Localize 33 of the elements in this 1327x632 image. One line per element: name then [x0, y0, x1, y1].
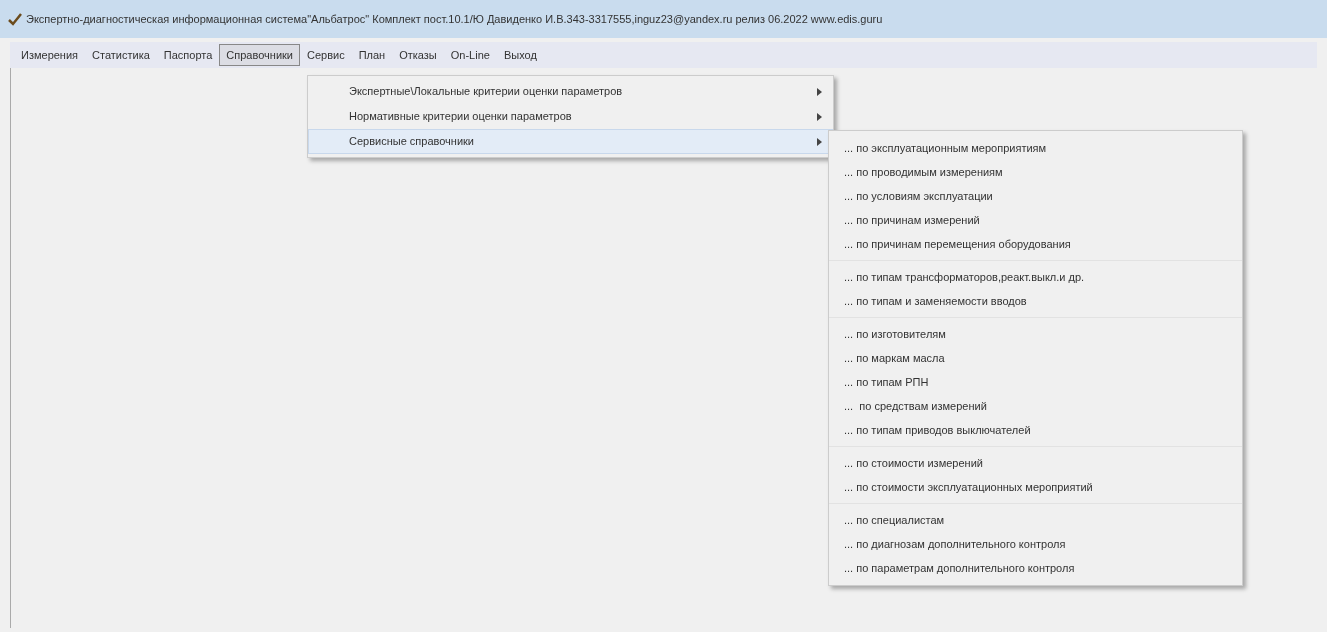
- window-title: Экспертно-диагностическая информационная система"Альбатрос" Комплект пост.10.1/Ю Давиденко И.В.343-3317555,inguz23@yandex.ru релиз 06.2022 www.edis.guru: [26, 11, 883, 27]
- menu-item[interactable]: План: [351, 44, 393, 66]
- checkmark-icon: [8, 12, 22, 26]
- menu-entry[interactable]: ... по диагнозам дополнительного контроля: [829, 532, 1242, 556]
- menu-entry[interactable]: ... по проводимым измерениям: [829, 160, 1242, 184]
- menu-entry[interactable]: Экспертные\Локальные критерии оценки параметров: [308, 79, 833, 104]
- menu-entry[interactable]: ... по типам приводов выключателей: [829, 418, 1242, 442]
- menu-entry[interactable]: ... по причинам измерений: [829, 208, 1242, 232]
- menu-entry[interactable]: ... по маркам масла: [829, 346, 1242, 370]
- menu-entry[interactable]: ... по средствам измерений: [829, 394, 1242, 418]
- menu-entry[interactable]: ... по специалистам: [829, 508, 1242, 532]
- menu-item[interactable]: Паспорта: [156, 44, 220, 66]
- submenu-arrow-icon: [817, 137, 822, 146]
- submenu-arrow-icon: [817, 112, 822, 121]
- menu-entry[interactable]: Нормативные критерии оценки параметров: [308, 104, 833, 129]
- menu-entry[interactable]: ... по стоимости эксплуатационных мероприятий: [829, 475, 1242, 499]
- menu-item[interactable]: Статистика: [85, 44, 157, 66]
- menu-item[interactable]: Выход: [496, 44, 544, 66]
- menu-entry[interactable]: Сервисные справочники: [308, 129, 833, 154]
- submenu-arrow-icon: [817, 87, 822, 96]
- menu-item[interactable]: Сервис: [300, 44, 352, 66]
- menu-entry[interactable]: ... по типам РПН: [829, 370, 1242, 394]
- menu-entry[interactable]: ... по параметрам дополнительного контроля: [829, 556, 1242, 580]
- menu-entry[interactable]: ... по условиям эксплуатации: [829, 184, 1242, 208]
- menu-entry[interactable]: ... по изготовителям: [829, 322, 1242, 346]
- menu-entry[interactable]: ... по стоимости измерений: [829, 451, 1242, 475]
- menu-entry[interactable]: ... по причинам перемещения оборудования: [829, 232, 1242, 256]
- menu-item[interactable]: On-Line: [443, 44, 497, 66]
- menu-item[interactable]: Измерения: [14, 44, 86, 66]
- menu-item[interactable]: Справочники: [219, 44, 300, 66]
- menu-entry[interactable]: ... по типам трансформаторов,реакт.выкл.и др.: [829, 265, 1242, 289]
- menu-item[interactable]: Отказы: [392, 44, 444, 66]
- menu-entry[interactable]: ... по типам и заменяемости вводов: [829, 289, 1242, 313]
